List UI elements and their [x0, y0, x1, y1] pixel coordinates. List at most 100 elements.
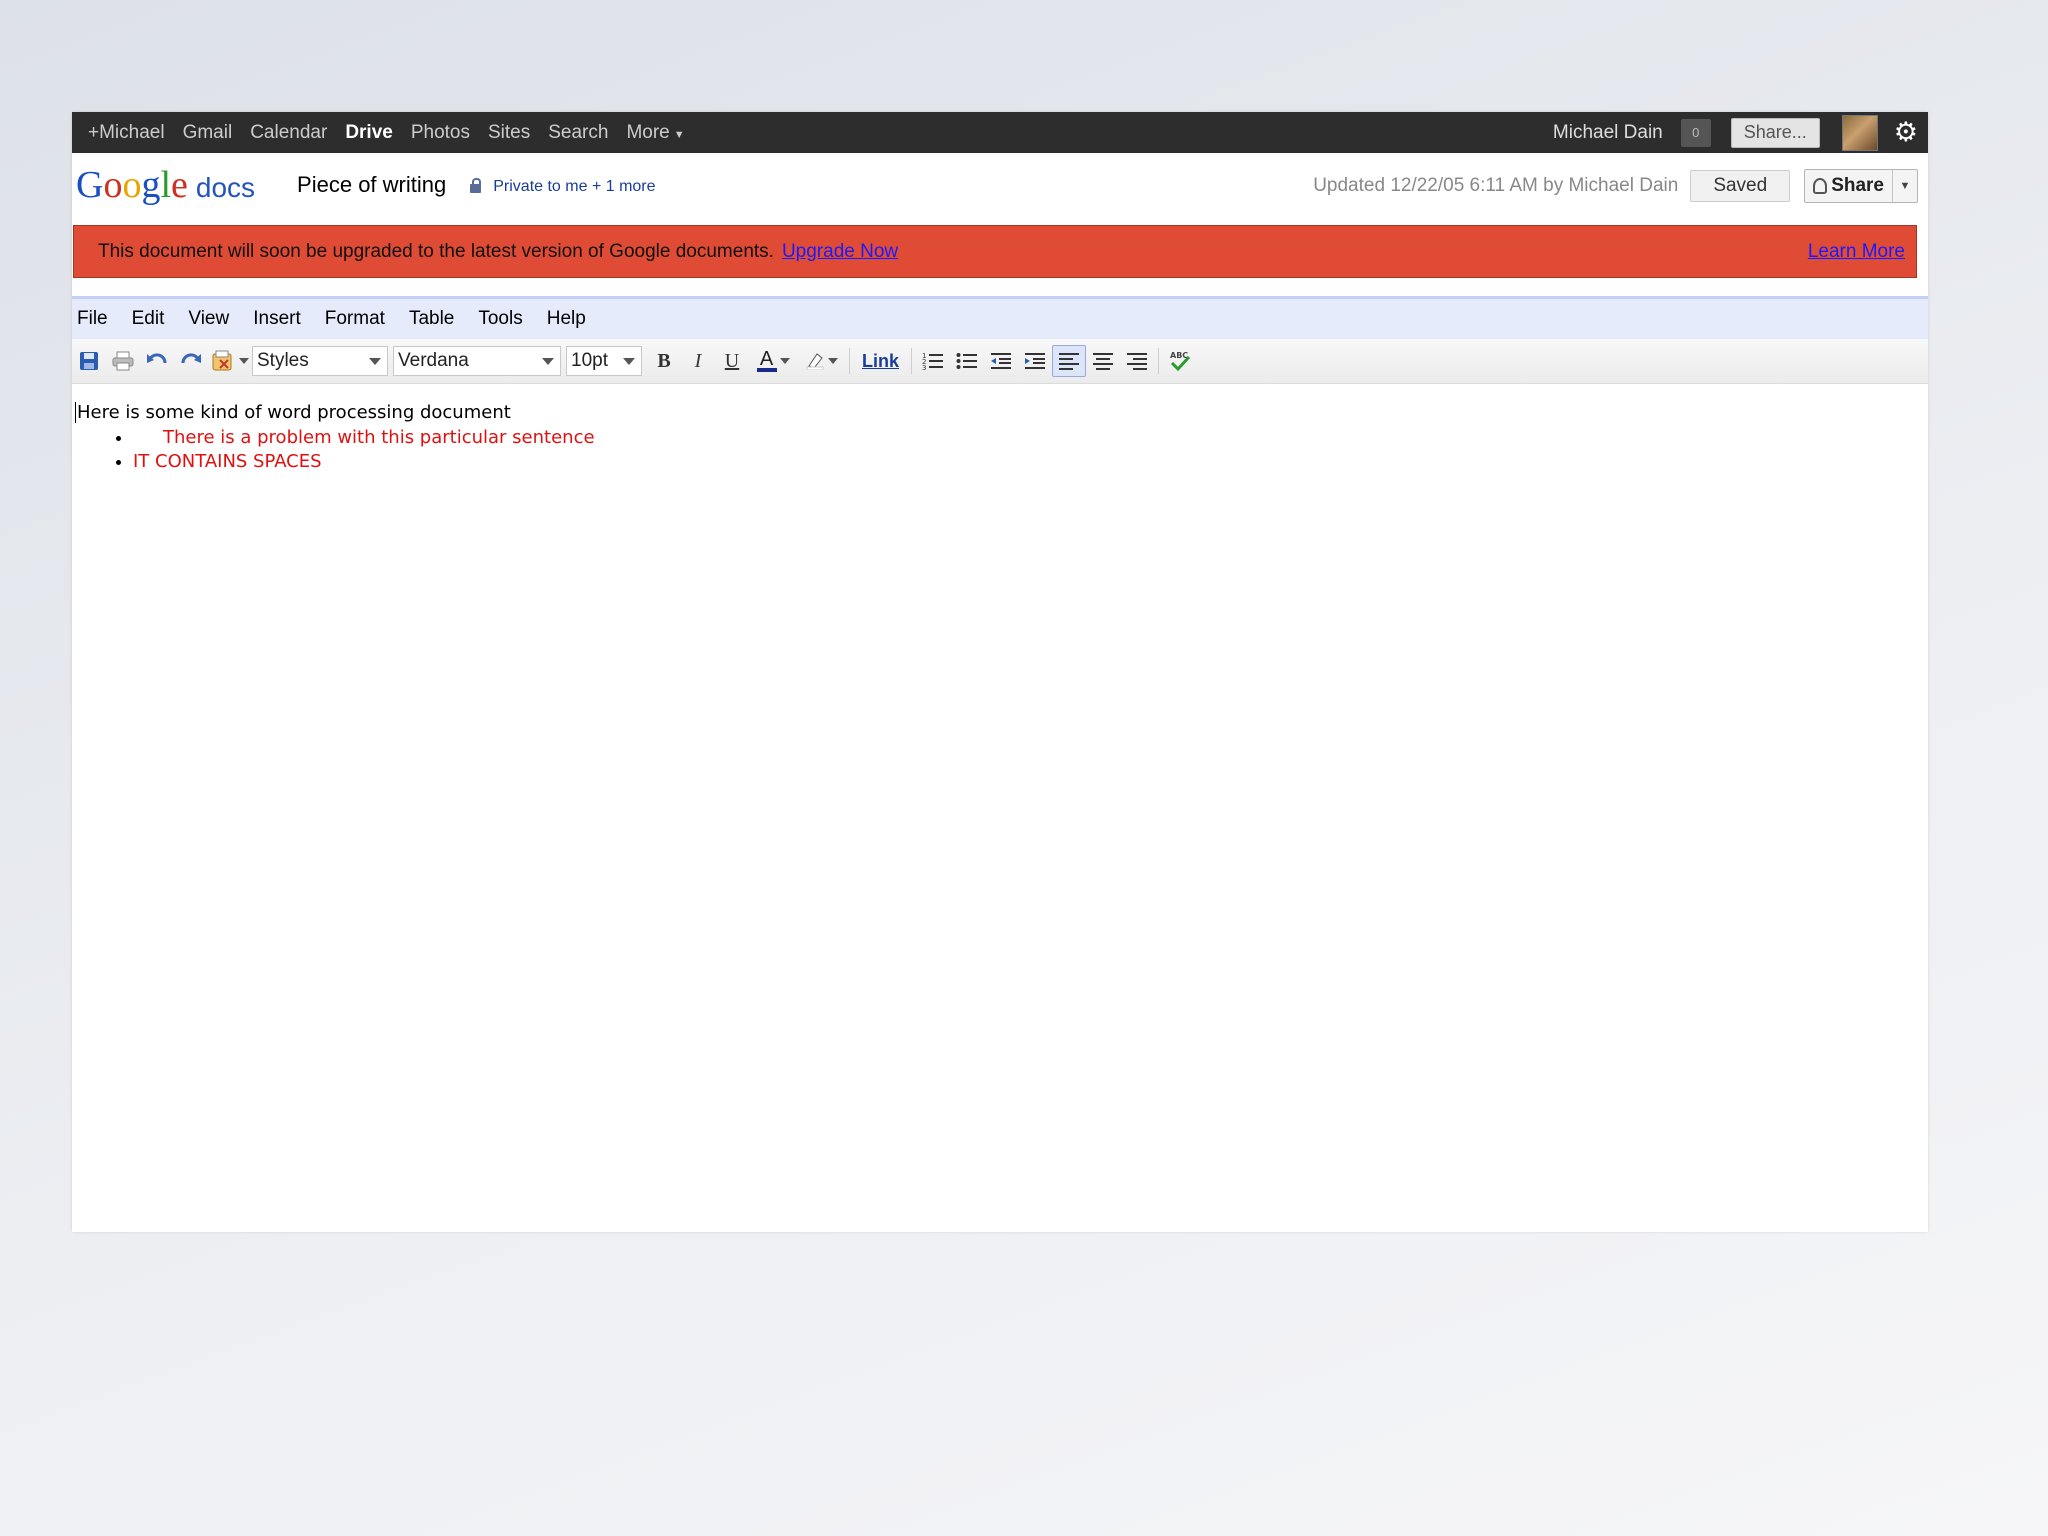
notification-count[interactable]: 0 [1680, 118, 1711, 147]
google-bar-nav: +Michael Gmail Calendar Drive Photos Sit… [72, 112, 694, 153]
chevron-down-icon [623, 358, 635, 365]
document-body[interactable]: Here is some kind of word processing doc… [72, 384, 1928, 1232]
spell-check-icon[interactable]: ABC [1163, 345, 1197, 377]
gear-icon[interactable]: ⚙ [1894, 119, 1918, 146]
underline-button[interactable]: U [715, 345, 749, 377]
lock-icon [470, 178, 482, 193]
nav-more[interactable]: More ▼ [617, 122, 693, 144]
bold-button[interactable]: B [647, 345, 681, 377]
paint-format-icon[interactable] [208, 345, 252, 377]
nav-drive[interactable]: Drive [336, 122, 402, 144]
header-actions: Updated 12/22/05 6:11 AM by Michael Dain… [1313, 169, 1918, 203]
avatar[interactable] [1841, 114, 1878, 151]
share-label: Share [1831, 175, 1884, 196]
highlight-color-button[interactable] [797, 345, 845, 377]
gbar-share-button[interactable]: Share... [1730, 117, 1820, 148]
align-left-icon[interactable] [1052, 345, 1087, 377]
link-button[interactable]: Link [854, 351, 907, 372]
undo-icon[interactable] [140, 345, 174, 377]
user-name[interactable]: Michael Dain [1553, 122, 1663, 144]
nav-more-label: More [626, 121, 670, 143]
svg-text:3: 3 [922, 364, 926, 371]
nav-photos[interactable]: Photos [402, 122, 479, 144]
text-color-icon: A [756, 348, 777, 372]
bullet-text-2: IT CONTAINS SPACES [133, 451, 322, 472]
menu-insert[interactable]: Insert [248, 308, 313, 330]
styles-value: Styles [257, 350, 309, 371]
menu-file[interactable]: File [72, 308, 120, 330]
nav-gmail[interactable]: Gmail [174, 122, 242, 144]
redo-icon[interactable] [174, 345, 208, 377]
list-item[interactable]: There is a problem with this particular … [133, 426, 595, 450]
chevron-down-icon: ▼ [673, 128, 685, 141]
font-size-value: 10pt [571, 350, 608, 371]
font-select[interactable]: Verdana [393, 346, 561, 376]
google-docs-logo[interactable]: Google docs [76, 163, 255, 207]
text-color-letter: A [759, 348, 774, 370]
menu-view[interactable]: View [183, 308, 241, 330]
styles-select[interactable]: Styles [252, 346, 388, 376]
menu-table[interactable]: Table [404, 308, 466, 330]
highlight-dropdown-icon [827, 358, 838, 364]
toolbar-separator [849, 348, 850, 374]
align-left-lines [1059, 352, 1080, 370]
saved-button[interactable]: Saved [1690, 170, 1791, 202]
upgrade-now-link[interactable]: Upgrade Now [782, 241, 898, 263]
document-title[interactable]: Piece of writing [297, 172, 446, 198]
align-right-icon[interactable] [1120, 345, 1154, 377]
paint-format-dropdown-icon [238, 358, 249, 364]
nav-plus-michael[interactable]: +Michael [79, 122, 174, 144]
menu-edit[interactable]: Edit [127, 308, 177, 330]
increase-indent-icon[interactable] [1018, 345, 1052, 377]
nav-sites[interactable]: Sites [479, 122, 539, 144]
privacy-status[interactable]: Private to me + 1 more [470, 178, 656, 196]
learn-more-link[interactable]: Learn More [1808, 241, 1905, 263]
last-updated[interactable]: Updated 12/22/05 6:11 AM by Michael Dain [1313, 175, 1678, 197]
menu-bar: File Edit View Insert Format Table Tools… [72, 296, 1928, 339]
chevron-down-icon [542, 358, 554, 365]
logo-docs-word: docs [195, 172, 256, 203]
share-dropdown-icon[interactable]: ▼ [1893, 170, 1917, 202]
logo-google-word: Google [76, 163, 188, 207]
numbered-list-icon[interactable]: 123 [916, 345, 950, 377]
decrease-indent-icon[interactable] [984, 345, 1018, 377]
text-color-button[interactable]: A [749, 345, 797, 377]
editor-toolbar: Styles Verdana 10pt B I U A Link 1 2 3 A… [72, 339, 1928, 384]
upgrade-banner: This document will soon be upgraded to t… [73, 225, 1917, 278]
align-right-lines [1127, 352, 1148, 370]
menu-tools[interactable]: Tools [473, 308, 534, 330]
share-button[interactable]: Share ▼ [1804, 169, 1918, 203]
docs-header: Google docs Piece of writing Private to … [72, 153, 1928, 217]
chevron-down-icon [369, 358, 381, 365]
font-size-select[interactable]: 10pt [566, 346, 642, 376]
text-color-swatch [756, 368, 777, 372]
logo-letter: e [171, 164, 188, 206]
highlight-icon [805, 352, 825, 370]
menu-format[interactable]: Format [320, 308, 397, 330]
google-bar-account: Michael Dain 0 Share... ⚙ [1553, 112, 1928, 153]
share-button-main[interactable]: Share [1805, 170, 1893, 202]
list-item[interactable]: IT CONTAINS SPACES [133, 450, 595, 474]
toolbar-separator [911, 348, 913, 374]
align-center-icon[interactable] [1086, 345, 1120, 377]
bulleted-list-icon[interactable] [950, 345, 984, 377]
logo-letter: g [141, 164, 161, 206]
menu-help[interactable]: Help [542, 308, 598, 330]
save-icon[interactable] [72, 345, 106, 377]
logo-letter: o [103, 164, 123, 206]
nav-search[interactable]: Search [539, 122, 617, 144]
logo-letter: l [160, 164, 172, 206]
toolbar-separator [1158, 348, 1160, 374]
privacy-label: Private to me + 1 more [493, 178, 656, 195]
document-bullet-list[interactable]: There is a problem with this particular … [112, 426, 595, 474]
print-icon[interactable] [106, 345, 140, 377]
nav-calendar[interactable]: Calendar [241, 122, 336, 144]
banner-message: This document will soon be upgraded to t… [98, 240, 774, 262]
italic-button[interactable]: I [681, 345, 715, 377]
docs-window: +Michael Gmail Calendar Drive Photos Sit… [72, 112, 1928, 1232]
logo-letter: G [76, 164, 104, 206]
text-color-dropdown-icon [779, 358, 790, 364]
bullet-text-1: There is a problem with this particular … [163, 427, 595, 448]
document-line-1[interactable]: Here is some kind of word processing doc… [75, 402, 511, 423]
person-icon [1813, 178, 1828, 194]
